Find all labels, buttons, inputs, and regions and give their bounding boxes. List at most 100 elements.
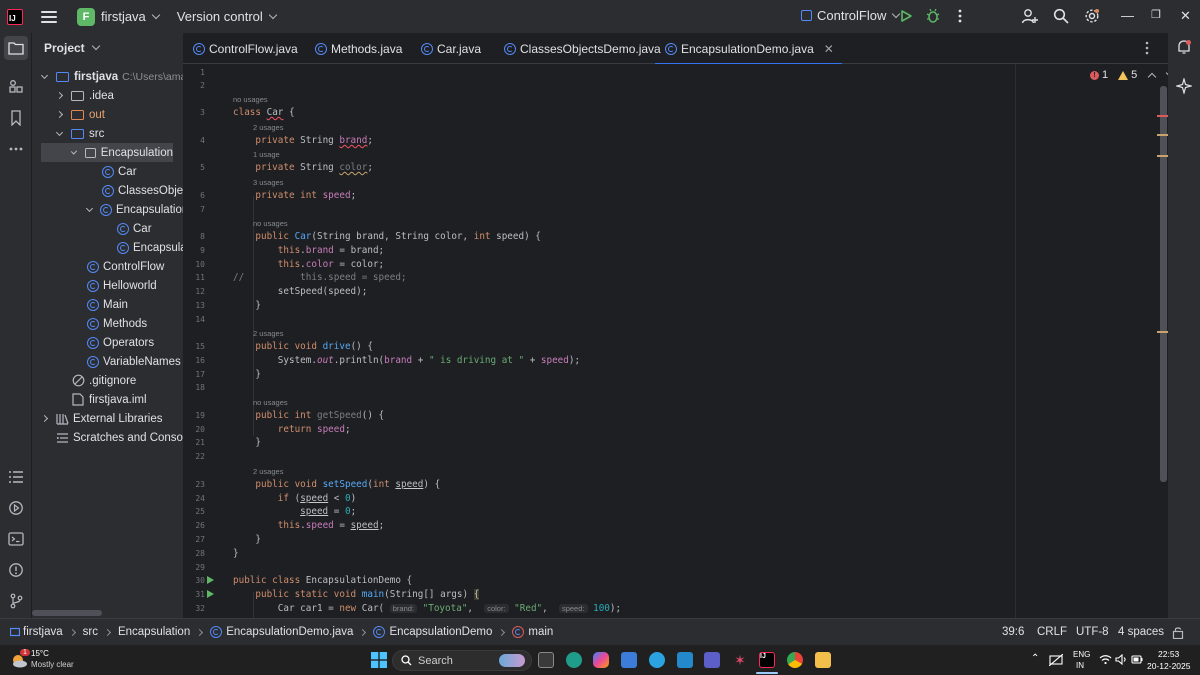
expand-arrow-icon[interactable] — [70, 147, 78, 155]
git-tool-icon[interactable] — [4, 589, 28, 613]
tree-item-idea[interactable]: .idea — [55, 86, 183, 105]
previous-problem-icon[interactable] — [1148, 72, 1157, 81]
warning-stripe-mark[interactable] — [1157, 331, 1168, 333]
tree-item-methods[interactable]: Methods — [87, 314, 183, 333]
windows-start-icon[interactable] — [371, 652, 387, 671]
line-separator[interactable]: CRLF — [1037, 626, 1067, 638]
usage-hint[interactable]: no usages — [253, 219, 288, 228]
tree-item-inner-encapsulationdemo[interactable]: Encapsulatio — [117, 238, 183, 257]
caret-position[interactable]: 39:6 — [1002, 626, 1024, 638]
telegram-icon[interactable] — [649, 652, 665, 668]
close-window-button[interactable]: ✕ — [1180, 8, 1191, 24]
intellij-taskbar-icon[interactable]: IJ — [759, 652, 775, 668]
network-status-icon[interactable] — [1048, 653, 1064, 669]
expand-arrow-icon[interactable] — [55, 128, 64, 136]
search-icon[interactable] — [1052, 7, 1070, 25]
store-icon[interactable] — [621, 652, 637, 668]
collapse-arrow-icon[interactable] — [55, 91, 64, 100]
usage-hint[interactable]: 2 usages — [253, 329, 283, 338]
region-indicator[interactable]: IN — [1076, 661, 1084, 670]
run-configuration-selector[interactable]: ControlFlow — [801, 8, 901, 23]
tree-item-controlflow[interactable]: ControlFlow — [87, 257, 183, 276]
breadcrumb-item[interactable]: EncapsulationDemo — [389, 626, 492, 638]
edge-browser-icon[interactable] — [566, 652, 582, 668]
file-explorer-icon[interactable] — [815, 652, 831, 668]
tree-item-main[interactable]: Main — [87, 295, 183, 314]
tab-car[interactable]: Car.java — [421, 33, 481, 64]
terminal-tool-icon[interactable] — [4, 527, 28, 551]
project-name[interactable]: firstjava — [101, 9, 146, 24]
usage-hint[interactable]: 2 usages — [253, 123, 283, 132]
expand-arrow-icon[interactable] — [40, 71, 49, 79]
usage-hint[interactable]: 3 usages — [253, 178, 283, 187]
notifications-icon[interactable] — [1176, 39, 1192, 58]
code-editor[interactable]: 1 2 3 4 5 6 7 8 9 10 11 12 13 14 15 16 1… — [183, 64, 1160, 618]
version-control-menu[interactable]: Version control — [177, 9, 263, 24]
tree-item-encapsulation[interactable]: Encapsulation — [41, 143, 173, 162]
breadcrumb-item[interactable]: Encapsulation — [118, 626, 190, 638]
tree-item-external-libraries[interactable]: External Libraries — [40, 409, 183, 428]
tree-item-src[interactable]: src — [55, 124, 183, 143]
tree-item-encapsulationdemo[interactable]: EncapsulationD — [85, 200, 183, 219]
ai-assistant-icon[interactable] — [1174, 76, 1194, 97]
close-tab-icon[interactable]: ✕ — [824, 42, 834, 56]
breadcrumb-item[interactable]: src — [83, 626, 98, 638]
usage-hint[interactable]: 2 usages — [253, 467, 283, 476]
tree-item-gitignore[interactable]: .gitignore — [72, 371, 183, 390]
tree-item-classesobjectsdemo[interactable]: ClassesObjectsD — [102, 181, 183, 200]
vscode-icon[interactable] — [677, 652, 693, 668]
chevron-down-icon[interactable] — [268, 10, 278, 19]
tab-controlflow[interactable]: ControlFlow.java — [193, 33, 298, 64]
structure-tool-icon[interactable] — [4, 75, 28, 99]
chrome-icon[interactable] — [787, 652, 803, 668]
run-button[interactable] — [897, 7, 915, 25]
tab-methods[interactable]: Methods.java — [315, 33, 402, 64]
tree-item-operators[interactable]: Operators — [87, 333, 183, 352]
tree-item-inner-car[interactable]: Car — [117, 219, 183, 238]
breadcrumb-item[interactable]: firstjava — [23, 626, 63, 638]
project-tool-icon[interactable] — [4, 36, 28, 60]
expand-arrow-icon[interactable] — [85, 204, 94, 212]
usage-hint[interactable]: no usages — [233, 95, 268, 104]
chevron-down-icon[interactable] — [91, 41, 100, 51]
project-badge[interactable]: F — [77, 7, 95, 26]
tree-item-firstjava-iml[interactable]: firstjava.iml — [72, 390, 183, 409]
show-hidden-icons[interactable]: ⌃ — [1031, 653, 1039, 664]
volume-icon[interactable] — [1115, 653, 1128, 668]
debug-button[interactable] — [924, 7, 942, 25]
warning-stripe-mark[interactable] — [1157, 134, 1168, 136]
weather-icon[interactable]: 1 — [9, 649, 30, 670]
collapse-arrow-icon[interactable] — [40, 414, 49, 423]
tab-options-icon[interactable] — [1145, 41, 1149, 58]
more-actions-icon[interactable] — [951, 7, 969, 25]
tree-item-helloworld[interactable]: Helloworld — [87, 276, 183, 295]
editor-scrollbar[interactable] — [1160, 86, 1167, 482]
restore-button[interactable]: ❐ — [1151, 8, 1161, 21]
todo-tool-icon[interactable] — [4, 465, 28, 489]
tree-item-scratches[interactable]: Scratches and Consoles — [56, 428, 183, 447]
clock-date[interactable]: 20-12-2025 — [1147, 661, 1190, 671]
language-indicator[interactable]: ENG — [1073, 650, 1090, 659]
bookmarks-tool-icon[interactable] — [4, 106, 28, 130]
collapse-arrow-icon[interactable] — [55, 110, 64, 119]
battery-icon[interactable] — [1131, 654, 1143, 668]
lock-icon[interactable] — [1172, 626, 1184, 642]
more-tools-icon[interactable] — [4, 137, 28, 161]
run-class-gutter-icon[interactable] — [207, 576, 214, 584]
settings-gear-icon[interactable] — [1083, 7, 1101, 25]
teams-icon[interactable] — [704, 652, 720, 668]
app-icon[interactable]: ✶ — [732, 652, 748, 668]
task-view-icon[interactable] — [538, 652, 554, 668]
chevron-down-icon[interactable] — [151, 10, 161, 19]
services-tool-icon[interactable] — [4, 496, 28, 520]
problems-tool-icon[interactable] — [4, 558, 28, 582]
tree-item-firstjava[interactable]: firstjava C:\Users\amarh — [40, 67, 183, 86]
usage-hint[interactable]: 1 usage — [253, 150, 280, 159]
taskbar-search[interactable]: Search — [392, 650, 532, 671]
warning-stripe-mark[interactable] — [1157, 155, 1168, 157]
inspection-widget[interactable]: ! 1 5 — [1090, 68, 1175, 81]
tree-item-car[interactable]: Car — [102, 162, 183, 181]
copilot-icon[interactable] — [593, 652, 609, 668]
breadcrumb-item[interactable]: EncapsulationDemo.java — [226, 626, 353, 638]
main-menu-icon[interactable] — [41, 10, 57, 23]
